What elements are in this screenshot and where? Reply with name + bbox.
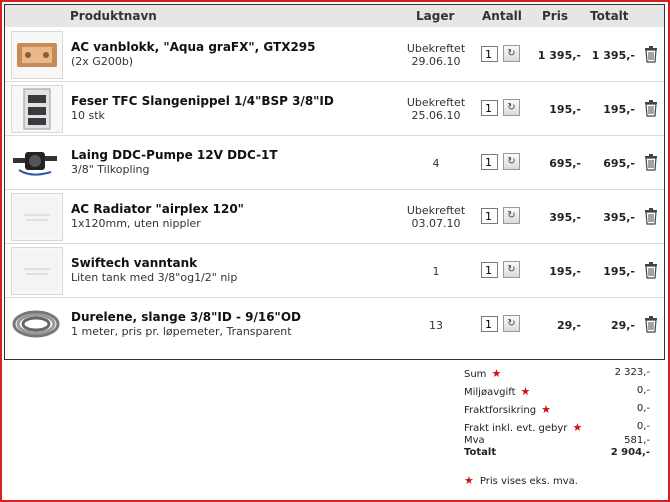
table-row: Swiftech vanntank Liten tank med 3/8"og1…: [5, 243, 664, 298]
stock-status: Ubekreftet 29.06.10: [406, 42, 466, 68]
table-header: Produktnavn Lager Antall Pris Totalt: [5, 5, 664, 27]
product-name[interactable]: Laing DDC-Pumpe 12V DDC-1T: [71, 148, 278, 162]
product-name[interactable]: Durelene, slange 3/8"ID - 9/16"OD: [71, 310, 301, 324]
line-total: 1 395,-: [591, 49, 635, 62]
insurance-line: Fraktforsikring ★ 0,-: [460, 403, 650, 417]
col-price-header: Pris: [542, 9, 568, 23]
trash-icon[interactable]: [643, 153, 659, 171]
star-icon: ★: [464, 474, 474, 487]
grand-total-line: Totalt 2 904,-: [460, 447, 650, 461]
placeholder-thumbnail[interactable]: [11, 193, 63, 241]
col-qty-header: Antall: [482, 9, 522, 23]
env-fee-label: Miljøavgift: [464, 387, 516, 398]
sum-value: 2 323,-: [614, 367, 650, 378]
col-product-header: Produktnavn: [70, 9, 157, 23]
trash-icon[interactable]: [643, 99, 659, 117]
stock-status: Ubekreftet 25.06.10: [406, 96, 466, 122]
refresh-quantity-icon[interactable]: ↻: [503, 261, 520, 278]
insurance-value: 0,-: [636, 403, 650, 414]
star-icon: ★: [491, 367, 502, 380]
sum-label: Sum: [464, 369, 487, 380]
table-row: Feser TFC Slangenippel 1/4"BSP 3/8"ID 10…: [5, 81, 664, 136]
grand-total-value: 2 904,-: [610, 447, 650, 458]
stock-status: 1: [432, 265, 440, 278]
product-desc: (2x G200b): [71, 55, 134, 68]
quantity-input[interactable]: [481, 46, 498, 62]
freight-label: Frakt inkl. evt. gebyr: [464, 423, 568, 434]
refresh-quantity-icon[interactable]: ↻: [503, 315, 520, 332]
env-fee-value: 0,-: [636, 385, 650, 396]
product-name[interactable]: Swiftech vanntank: [71, 256, 197, 270]
table-row: Laing DDC-Pumpe 12V DDC-1T 3/8" Tilkopli…: [5, 135, 664, 190]
placeholder-thumbnail[interactable]: [11, 247, 63, 295]
star-icon: ★: [520, 385, 531, 398]
refresh-quantity-icon[interactable]: ↻: [503, 153, 520, 170]
col-total-header: Totalt: [590, 9, 629, 23]
product-desc: 3/8" Tilkopling: [71, 163, 150, 176]
unit-price: 29,-: [556, 319, 581, 332]
grand-total-label: Totalt: [464, 447, 497, 458]
refresh-quantity-icon[interactable]: ↻: [503, 45, 520, 62]
product-desc: 1 meter, pris pr. løpemeter, Transparent: [71, 325, 292, 338]
product-name[interactable]: Feser TFC Slangenippel 1/4"BSP 3/8"ID: [71, 94, 334, 108]
product-desc: 10 stk: [71, 109, 105, 122]
product-name[interactable]: AC vanblokk, "Aqua graFX", GTX295: [71, 40, 316, 54]
unit-price: 395,-: [549, 211, 581, 224]
star-icon: ★: [541, 403, 551, 416]
col-stock-header: Lager: [416, 9, 455, 23]
quantity-input[interactable]: [481, 208, 498, 224]
star-icon: ★: [572, 421, 583, 434]
vat-note-text: Pris vises eks. mva.: [479, 476, 578, 487]
line-total: 195,-: [603, 103, 635, 116]
line-total: 29,-: [610, 319, 635, 332]
refresh-quantity-icon[interactable]: ↻: [503, 207, 520, 224]
stock-status: 13: [429, 319, 443, 332]
unit-price: 195,-: [549, 265, 581, 278]
sum-line: Sum ★ 2 323,-: [460, 367, 650, 381]
unit-price: 195,-: [549, 103, 581, 116]
cart-table: Produktnavn Lager Antall Pris Totalt AC …: [4, 4, 665, 360]
quantity-input[interactable]: [481, 316, 498, 332]
freight-value: 0,-: [636, 421, 650, 432]
table-row: AC Radiator "airplex 120" 1x120mm, uten …: [5, 189, 664, 244]
vat-value: 581,-: [624, 435, 650, 446]
quantity-input[interactable]: [481, 154, 498, 170]
trash-icon[interactable]: [643, 207, 659, 225]
quantity-input[interactable]: [481, 100, 498, 116]
fitting-pack-thumbnail[interactable]: [11, 85, 63, 133]
product-desc: 1x120mm, uten nippler: [71, 217, 201, 230]
unit-price: 1 395,-: [537, 49, 581, 62]
trash-icon[interactable]: [643, 45, 659, 63]
stock-status: 4: [432, 157, 440, 170]
freight-line: Frakt inkl. evt. gebyr ★ 0,-: [460, 421, 650, 435]
trash-icon[interactable]: [643, 261, 659, 279]
line-total: 395,-: [603, 211, 635, 224]
stock-status: Ubekreftet 03.07.10: [406, 204, 466, 230]
refresh-quantity-icon[interactable]: ↻: [503, 99, 520, 116]
product-name[interactable]: AC Radiator "airplex 120": [71, 202, 244, 216]
pump-thumbnail[interactable]: [11, 139, 61, 185]
quantity-input[interactable]: [481, 262, 498, 278]
unit-price: 695,-: [549, 157, 581, 170]
trash-icon[interactable]: [643, 315, 659, 333]
gpu-waterblock-thumbnail[interactable]: [11, 31, 63, 79]
table-row: Durelene, slange 3/8"ID - 9/16"OD 1 mete…: [5, 297, 664, 351]
env-fee-line: Miljøavgift ★ 0,-: [460, 385, 650, 399]
vat-label: Mva: [464, 435, 485, 446]
table-row: AC vanblokk, "Aqua graFX", GTX295 (2x G2…: [5, 27, 664, 82]
line-total: 695,-: [603, 157, 635, 170]
product-desc: Liten tank med 3/8"og1/2" nip: [71, 271, 238, 284]
line-total: 195,-: [603, 265, 635, 278]
insurance-label: Fraktforsikring: [464, 405, 537, 416]
tubing-coil-thumbnail[interactable]: [11, 301, 61, 347]
vat-note: ★ Pris vises eks. mva.: [464, 474, 578, 487]
